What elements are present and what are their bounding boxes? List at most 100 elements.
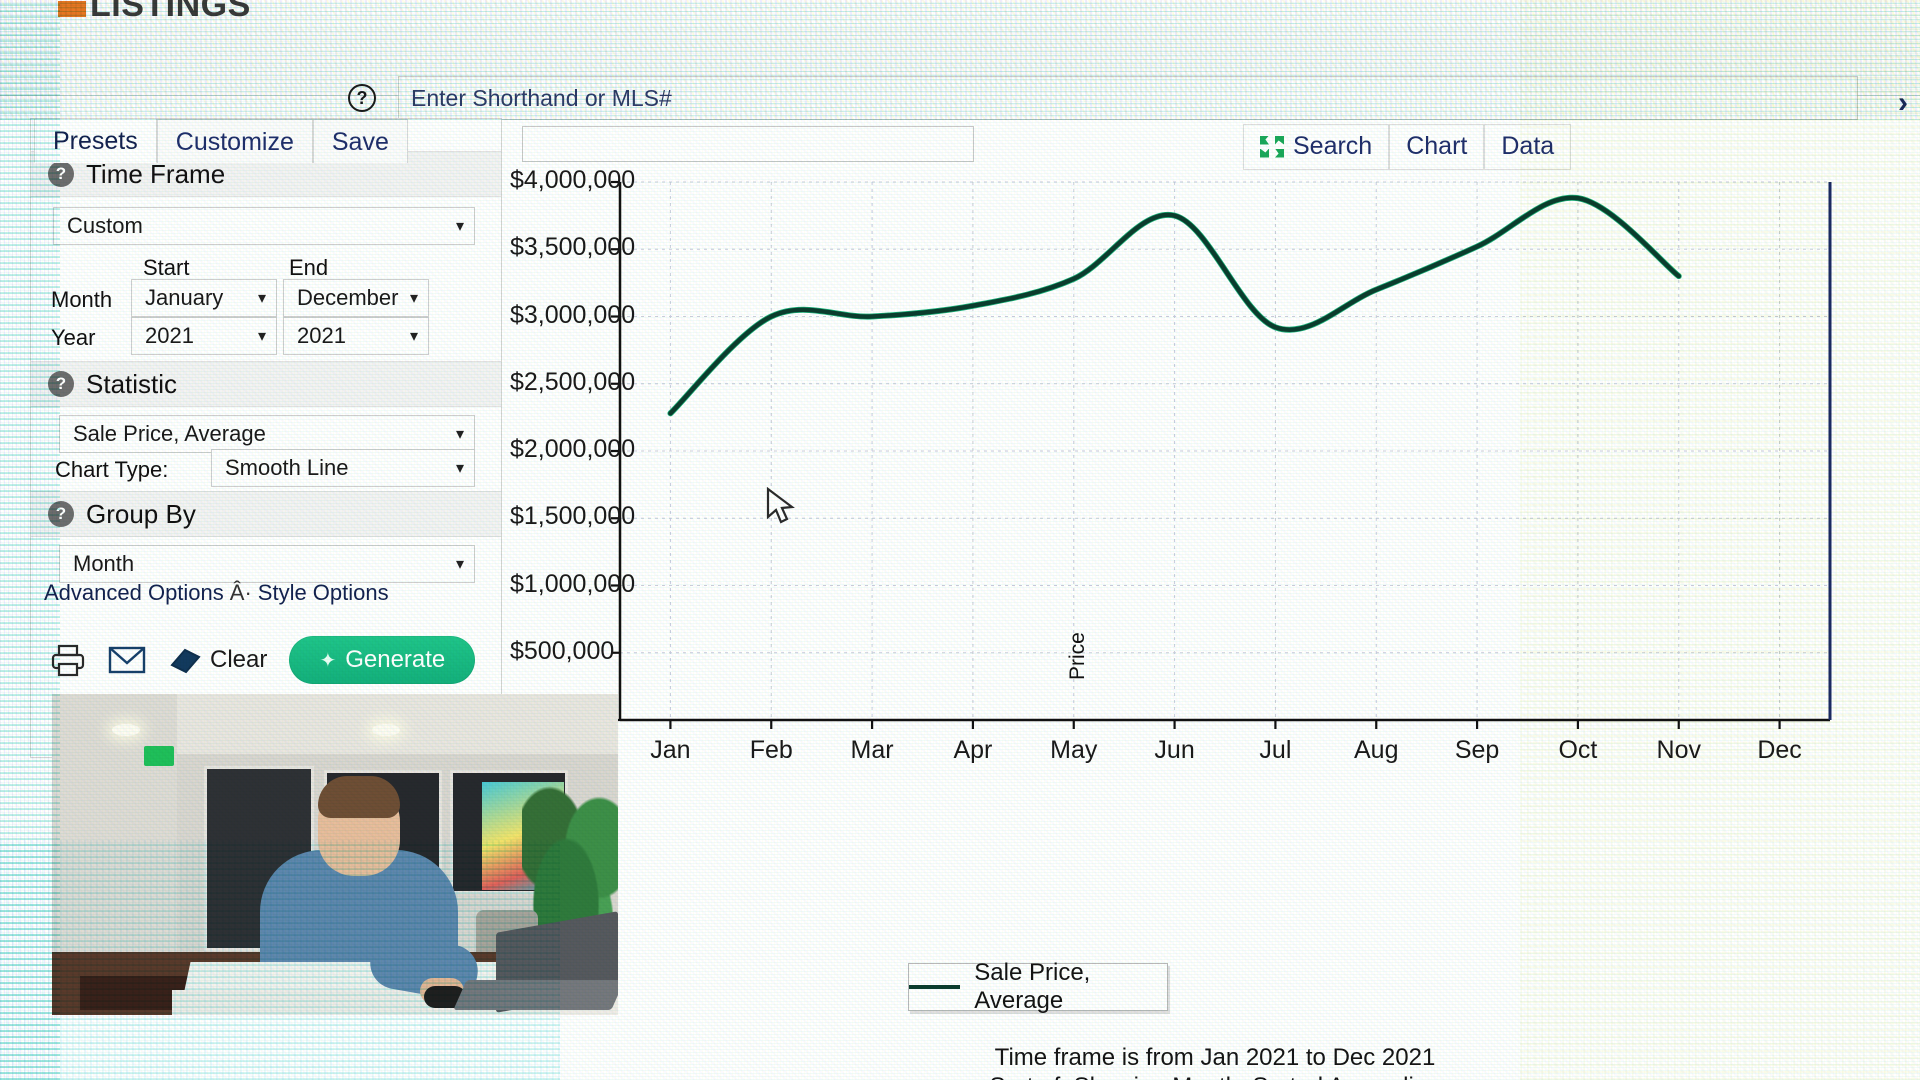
question-mark-icon[interactable]: ? — [348, 84, 376, 112]
y-axis-tick: $2,500,000 — [510, 367, 636, 396]
y-axis-tick: $1,000,000 — [510, 569, 636, 598]
y-axis-tick: $4,000,000 — [510, 166, 636, 194]
x-axis-tick: Jun — [1154, 736, 1195, 764]
start-column-header: Start — [143, 255, 190, 280]
end-month-select[interactable]: December ▾ — [283, 279, 429, 317]
tab-save[interactable]: Save — [312, 119, 408, 163]
start-year-value: 2021 — [145, 323, 194, 348]
clear-label: Clear — [210, 646, 268, 673]
search-bar: ? › — [0, 28, 1920, 120]
end-year-select[interactable]: 2021 ▾ — [283, 317, 429, 355]
eraser-icon — [170, 648, 201, 674]
printer-icon[interactable] — [50, 643, 86, 677]
chart-type-value: Smooth Line — [225, 455, 349, 480]
tab-search-label: Search — [1293, 132, 1373, 160]
tab-chart-label: Chart — [1406, 132, 1468, 160]
x-axis-tick: Jul — [1259, 736, 1292, 764]
help-icon-group-by[interactable]: ? — [48, 501, 74, 527]
close-icon[interactable]: › — [1898, 86, 1908, 120]
section-statistic: ? Statistic — [31, 361, 501, 407]
legend-line-swatch — [909, 985, 961, 989]
x-axis-tick: Mar — [850, 736, 894, 764]
section-title-group-by: Group By — [86, 498, 196, 529]
chart-title-input[interactable] — [522, 126, 974, 162]
statistic-select[interactable]: Sale Price, Average ▾ — [59, 415, 475, 453]
x-axis-tick: May — [1050, 736, 1098, 764]
x-axis-tick: Aug — [1354, 736, 1399, 764]
advanced-options-link[interactable]: Advanced Options — [44, 580, 224, 605]
envelope-icon[interactable] — [108, 645, 146, 675]
chevron-down-icon: ▾ — [257, 290, 266, 307]
chevron-down-icon: ▾ — [455, 556, 464, 573]
exit-sign-icon — [144, 746, 174, 766]
price-line-chart — [611, 180, 1832, 729]
start-month-select[interactable]: January ▾ — [131, 279, 277, 317]
app-logo: LISTINGS — [58, 0, 251, 25]
tab-customize[interactable]: Customize — [156, 119, 313, 163]
chevron-down-icon: ▾ — [455, 460, 464, 477]
app-root: LISTINGS ? › ? Time Frame Custom ▾ Start… — [0, 0, 1920, 1080]
group-by-select[interactable]: Month ▾ — [59, 545, 475, 583]
generate-label: Generate — [345, 646, 446, 673]
x-axis-tick: Oct — [1558, 736, 1598, 764]
timeframe-preset-value: Custom — [67, 213, 143, 238]
help-icon-statistic[interactable]: ? — [48, 371, 74, 397]
year-row-label: Year — [51, 325, 96, 350]
month-row-label: Month — [51, 287, 113, 312]
brand-name: LISTINGS — [90, 0, 251, 24]
generate-button[interactable]: ✦ Generate — [289, 636, 476, 684]
help-icon-time-frame[interactable]: ? — [48, 161, 74, 187]
tab-search[interactable]: Search — [1243, 124, 1390, 170]
tab-save-label: Save — [331, 128, 389, 156]
y-axis-tick: $2,000,000 — [510, 435, 636, 463]
sparkle-icon: ✦ — [319, 649, 337, 672]
link-separator: Â· — [229, 580, 252, 605]
tab-presets-label: Presets — [53, 127, 138, 155]
start-month-value: January — [145, 285, 224, 310]
expand-arrows-icon — [1260, 135, 1284, 158]
x-axis-tick: Apr — [953, 736, 993, 764]
chart-type-select[interactable]: Smooth Line ▾ — [211, 449, 475, 487]
mls-search-input[interactable] — [398, 76, 1858, 120]
legend-label: Sale Price, Average — [974, 959, 1091, 1014]
panel-action-row: Clear ✦ Generate — [50, 636, 476, 684]
end-month-value: December — [297, 285, 399, 310]
chart-view-tabs: Search Chart Data — [1243, 124, 1572, 170]
presenter-video-overlay — [52, 694, 618, 1015]
style-options-link[interactable]: Style Options — [258, 580, 389, 605]
chevron-down-icon: ▾ — [409, 328, 418, 345]
x-axis-tick: Sep — [1454, 736, 1500, 764]
logo-mark-icon — [58, 1, 86, 17]
brand-bar: LISTINGS — [0, 0, 1920, 28]
x-axis-tick: Feb — [749, 736, 793, 764]
chart-legend: Sale Price, Average — [908, 959, 1168, 1014]
tab-chart[interactable]: Chart — [1389, 124, 1485, 170]
tab-customize-label: Customize — [175, 128, 294, 156]
group-by-value: Month — [73, 551, 135, 576]
options-link-row: Advanced Options Â· Style Options — [44, 580, 389, 606]
x-axis-tick: Dec — [1757, 736, 1802, 764]
chart-plot-area: Price $0$500,000$1,000,000$1,500,000$2,0… — [510, 160, 1920, 960]
chart-footnote-secondary: Sort of: Showing Month, Sorted Ascending — [510, 1073, 1920, 1080]
end-year-value: 2021 — [297, 323, 346, 348]
x-axis-tick: Jan — [650, 736, 691, 764]
chevron-down-icon: ▾ — [455, 426, 464, 443]
chevron-down-icon: ▾ — [455, 218, 464, 235]
x-axis-tick: Nov — [1656, 736, 1701, 764]
y-axis-tick: $3,000,000 — [510, 300, 636, 329]
section-group-by: ? Group By — [31, 491, 501, 537]
section-title-time-frame: Time Frame — [86, 158, 226, 189]
tab-presets[interactable]: Presets — [34, 118, 157, 163]
y-axis-tick: $500,000 — [510, 636, 615, 665]
tab-data-label: Data — [1501, 132, 1555, 160]
section-title-statistic: Statistic — [86, 368, 178, 399]
tab-data[interactable]: Data — [1484, 124, 1572, 170]
config-tab-row: Presets Customize Save — [34, 118, 408, 163]
statistic-value: Sale Price, Average — [73, 421, 266, 446]
y-axis-label: Price — [1066, 632, 1089, 680]
clear-button[interactable]: Clear — [168, 645, 267, 675]
timeframe-preset-select[interactable]: Custom ▾ — [53, 207, 475, 245]
chart-type-label: Chart Type: — [55, 457, 169, 482]
start-year-select[interactable]: 2021 ▾ — [131, 317, 277, 355]
chevron-down-icon: ▾ — [409, 290, 418, 307]
